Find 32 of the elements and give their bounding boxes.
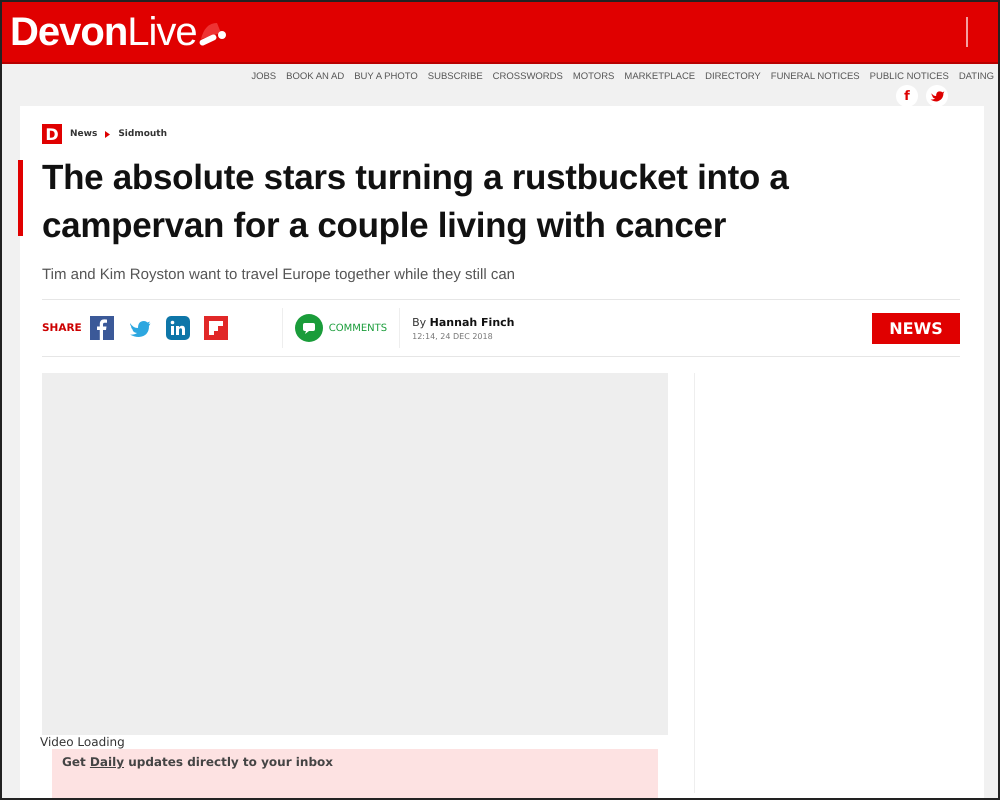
video-status: Video Loading xyxy=(40,735,126,749)
top-nav-link[interactable]: DATING xyxy=(958,71,994,83)
top-nav-link[interactable]: BOOK AN AD xyxy=(286,71,344,83)
top-nav-link[interactable]: MARKETPLACE xyxy=(624,71,696,83)
byline: By Hannah Finch xyxy=(412,316,515,328)
twitter-icon[interactable] xyxy=(926,85,948,107)
brand-badge: D xyxy=(42,124,62,144)
daily-link[interactable]: Daily xyxy=(90,755,124,769)
newsletter-text: Get Daily updates directly to your inbox xyxy=(62,755,334,769)
article-standfirst: Tim and Kim Royston want to travel Europe together while they still can xyxy=(42,266,515,283)
top-nav-link[interactable]: BUY A PHOTO xyxy=(354,71,418,83)
breadcrumb-arrow-icon xyxy=(105,130,110,138)
breadcrumb-link[interactable]: News xyxy=(70,129,98,139)
publish-date: 12:14, 24 DEC 2018 xyxy=(412,332,494,340)
article-headline: The absolute stars turning a rustbucket into a campervan for a couple living with cancer xyxy=(42,158,789,245)
top-nav-link[interactable]: CROSSWORDS xyxy=(492,71,563,83)
site-logo[interactable]: DevonLive xyxy=(10,10,227,54)
facebook-icon[interactable] xyxy=(90,316,114,340)
share-label: SHARE xyxy=(42,322,82,334)
top-nav-link[interactable]: PUBLIC NOTICES xyxy=(870,71,949,83)
speech-bubble-icon xyxy=(294,314,323,342)
top-nav-link[interactable]: MOTORS xyxy=(572,71,614,83)
linkedin-icon[interactable] xyxy=(166,316,190,340)
comments-link[interactable]: COMMENTS xyxy=(282,308,400,348)
top-nav-link[interactable]: JOBS xyxy=(251,71,276,83)
top-nav-link[interactable]: DIRECTORY xyxy=(705,71,761,83)
breadcrumb-link[interactable]: Sidmouth xyxy=(118,129,167,139)
facebook-link[interactable]: f xyxy=(896,85,918,107)
top-nav-link[interactable]: FUNERAL NOTICES xyxy=(770,71,860,83)
section-tag[interactable]: NEWS xyxy=(872,312,960,344)
top-nav-link[interactable]: SUBSCRIBE xyxy=(428,71,483,83)
flipboard-icon[interactable] xyxy=(204,316,228,340)
